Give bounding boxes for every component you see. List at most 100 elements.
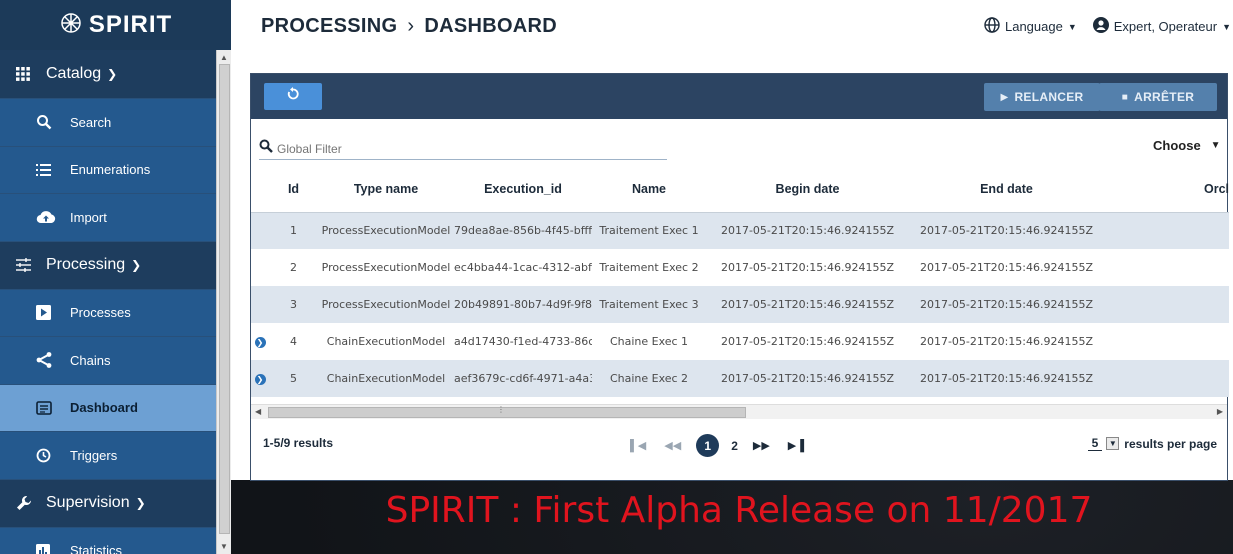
sidebar-item-enumerations[interactable]: Enumerations bbox=[0, 145, 231, 193]
sidebar-scrollbar[interactable]: ▲ ▼ bbox=[216, 50, 231, 554]
cell-id: 4 bbox=[269, 323, 318, 360]
sidebar-item-processes[interactable]: Processes bbox=[0, 288, 231, 336]
cell-name: Traitement Exec 2 bbox=[592, 249, 706, 286]
scroll-up-icon[interactable]: ▲ bbox=[220, 53, 228, 62]
header-menu: Language ▼ Expert, Operateur ▼ bbox=[968, 17, 1231, 36]
page-button[interactable]: 2 bbox=[731, 439, 738, 453]
language-menu[interactable]: Language ▼ bbox=[984, 17, 1077, 36]
top-header: PROCESSING › DASHBOARD Language ▼ Expert, … bbox=[231, 0, 1233, 53]
cell-execution-id: ec4bba44-1cac-4312-abfa-970... bbox=[454, 249, 592, 286]
sidebar-section-catalog[interactable]: Catalog ❯ bbox=[0, 50, 231, 98]
chevron-down-icon: ❯ bbox=[107, 67, 118, 81]
chevron-down-icon: ❯ bbox=[135, 496, 146, 510]
column-header[interactable]: Orcl bbox=[1104, 166, 1229, 213]
wrench-icon bbox=[16, 495, 46, 511]
column-header[interactable]: End date bbox=[909, 166, 1104, 213]
sidebar-item-triggers[interactable]: Triggers bbox=[0, 431, 231, 479]
grid-icon bbox=[16, 67, 46, 81]
logo-text: SPIRIT bbox=[88, 11, 173, 38]
per-page-label: results per page bbox=[1124, 436, 1217, 451]
breadcrumb-separator: › bbox=[407, 15, 415, 37]
expand-row-icon[interactable]: ❯ bbox=[254, 337, 266, 348]
row-expander-cell[interactable]: ❯ bbox=[251, 360, 269, 397]
row-expander-cell[interactable]: ❯ bbox=[251, 323, 269, 360]
cell-end-date: 2017-05-21T20:15:46.924155Z bbox=[909, 323, 1104, 360]
executions-panel: ▶ RELANCER ■ ARRÊTER Choose ▼ Id Type na… bbox=[250, 73, 1229, 481]
user-menu[interactable]: Expert, Operateur ▼ bbox=[1092, 17, 1231, 36]
sidebar-item-label: Dashboard bbox=[70, 400, 138, 416]
caret-down-icon: ▼ bbox=[1210, 140, 1221, 151]
sidebar-item-statistics[interactable]: Statistics bbox=[0, 526, 231, 554]
breadcrumb-page: DASHBOARD bbox=[424, 15, 558, 37]
sidebar-section-label: Catalog bbox=[46, 65, 102, 82]
caret-down-icon[interactable]: ▼ bbox=[1106, 437, 1120, 450]
cell-type: ChainExecutionModel bbox=[318, 323, 454, 360]
column-header[interactable]: Begin date bbox=[706, 166, 909, 213]
sidebar-item-import[interactable]: Import bbox=[0, 193, 231, 241]
stop-icon: ■ bbox=[1121, 91, 1129, 103]
user-label: Expert, Operateur bbox=[1113, 19, 1218, 34]
arreter-label: ARRÊTER bbox=[1134, 90, 1195, 104]
arreter-button[interactable]: ■ ARRÊTER bbox=[1099, 83, 1217, 111]
column-header[interactable]: Execution_id bbox=[454, 166, 592, 213]
cell-type: ProcessExecutionModel bbox=[318, 249, 454, 286]
scroll-right-icon[interactable]: ▶ bbox=[1217, 407, 1223, 416]
column-header[interactable]: Name bbox=[592, 166, 706, 213]
play-icon: ▶ bbox=[1000, 91, 1009, 103]
horizontal-scroll-thumb[interactable]: ⋮ bbox=[268, 405, 746, 418]
cell-end-date: 2017-05-21T20:15:46.924155Z bbox=[909, 249, 1104, 286]
bar-chart-icon bbox=[36, 543, 70, 554]
last-page-icon[interactable]: ▶▐ bbox=[788, 439, 804, 452]
column-header[interactable]: Id bbox=[269, 166, 318, 213]
scroll-down-icon[interactable]: ▼ bbox=[220, 542, 228, 551]
page-button-current[interactable]: 1 bbox=[696, 434, 720, 457]
clock-icon bbox=[36, 448, 70, 463]
expand-row-icon[interactable]: ❯ bbox=[254, 374, 266, 385]
cell-end-date: 2017-05-21T20:15:46.924155Z bbox=[909, 286, 1104, 323]
search-icon bbox=[36, 114, 70, 130]
sidebar-item-label: Statistics bbox=[70, 543, 123, 554]
cell-execution-id: 79dea8ae-856b-4f45-bfff-2fa6... bbox=[454, 212, 592, 249]
sidebar-scroll-thumb[interactable] bbox=[219, 64, 230, 534]
previous-page-icon[interactable]: ◀◀ bbox=[664, 439, 681, 452]
cell-end-date: 2017-05-21T20:15:46.924155Z bbox=[909, 360, 1104, 397]
table-row[interactable]: ❯ 4 ChainExecutionModel a4d17430-f1ed-47… bbox=[251, 323, 1229, 360]
table-row[interactable]: 3 ProcessExecutionModel 20b49891-80b7-4d… bbox=[251, 286, 1229, 323]
refresh-button[interactable] bbox=[264, 83, 322, 110]
relancer-label: RELANCER bbox=[1014, 90, 1084, 104]
sidebar-item-dashboard[interactable]: Dashboard bbox=[0, 383, 231, 431]
sidebar-section-processing[interactable]: Processing ❯ bbox=[0, 240, 231, 289]
sliders-icon bbox=[16, 258, 46, 272]
sidebar: SPIRIT Catalog ❯ Search Enumerations Imp… bbox=[0, 0, 231, 554]
search-icon bbox=[259, 139, 273, 158]
relancer-button[interactable]: ▶ RELANCER bbox=[984, 83, 1100, 111]
sidebar-item-search[interactable]: Search bbox=[0, 98, 231, 146]
cell-execution-id: aef3679c-cd6f-4971-a4a3-94c... bbox=[454, 360, 592, 397]
scroll-left-icon[interactable]: ◀ bbox=[255, 407, 261, 416]
play-box-icon bbox=[36, 305, 70, 321]
cell-id: 3 bbox=[269, 286, 318, 323]
table-row[interactable]: 1 ProcessExecutionModel 79dea8ae-856b-4f… bbox=[251, 212, 1229, 249]
first-page-icon[interactable]: ▌◀ bbox=[630, 439, 646, 452]
per-page-select[interactable]: 5 bbox=[1087, 436, 1103, 451]
column-chooser[interactable]: Choose ▼ bbox=[1153, 138, 1221, 153]
sidebar-item-chains[interactable]: Chains bbox=[0, 336, 231, 384]
cell-id: 1 bbox=[269, 212, 318, 249]
list-icon bbox=[36, 163, 70, 176]
horizontal-scrollbar[interactable]: ◀ ⋮ ▶ bbox=[251, 404, 1227, 419]
cell-begin-date: 2017-05-21T20:15:46.924155Z bbox=[706, 286, 909, 323]
next-page-icon[interactable]: ▶▶ bbox=[753, 439, 770, 452]
column-header[interactable]: Type name bbox=[318, 166, 454, 213]
card-icon bbox=[36, 400, 70, 415]
release-banner: SPIRIT : First Alpha Release on 11/2017 bbox=[385, 490, 1093, 531]
refresh-icon bbox=[286, 87, 300, 106]
table-row[interactable]: 2 ProcessExecutionModel ec4bba44-1cac-43… bbox=[251, 249, 1229, 286]
sidebar-section-supervision[interactable]: Supervision ❯ bbox=[0, 478, 231, 527]
cell-orcl bbox=[1104, 249, 1229, 286]
logo[interactable]: SPIRIT bbox=[0, 0, 231, 50]
share-icon bbox=[36, 352, 70, 369]
cell-type: ChainExecutionModel bbox=[318, 360, 454, 397]
global-filter-input[interactable] bbox=[277, 141, 637, 156]
table-row[interactable]: ❯ 5 ChainExecutionModel aef3679c-cd6f-49… bbox=[251, 360, 1229, 397]
sidebar-item-label: Triggers bbox=[70, 447, 118, 463]
